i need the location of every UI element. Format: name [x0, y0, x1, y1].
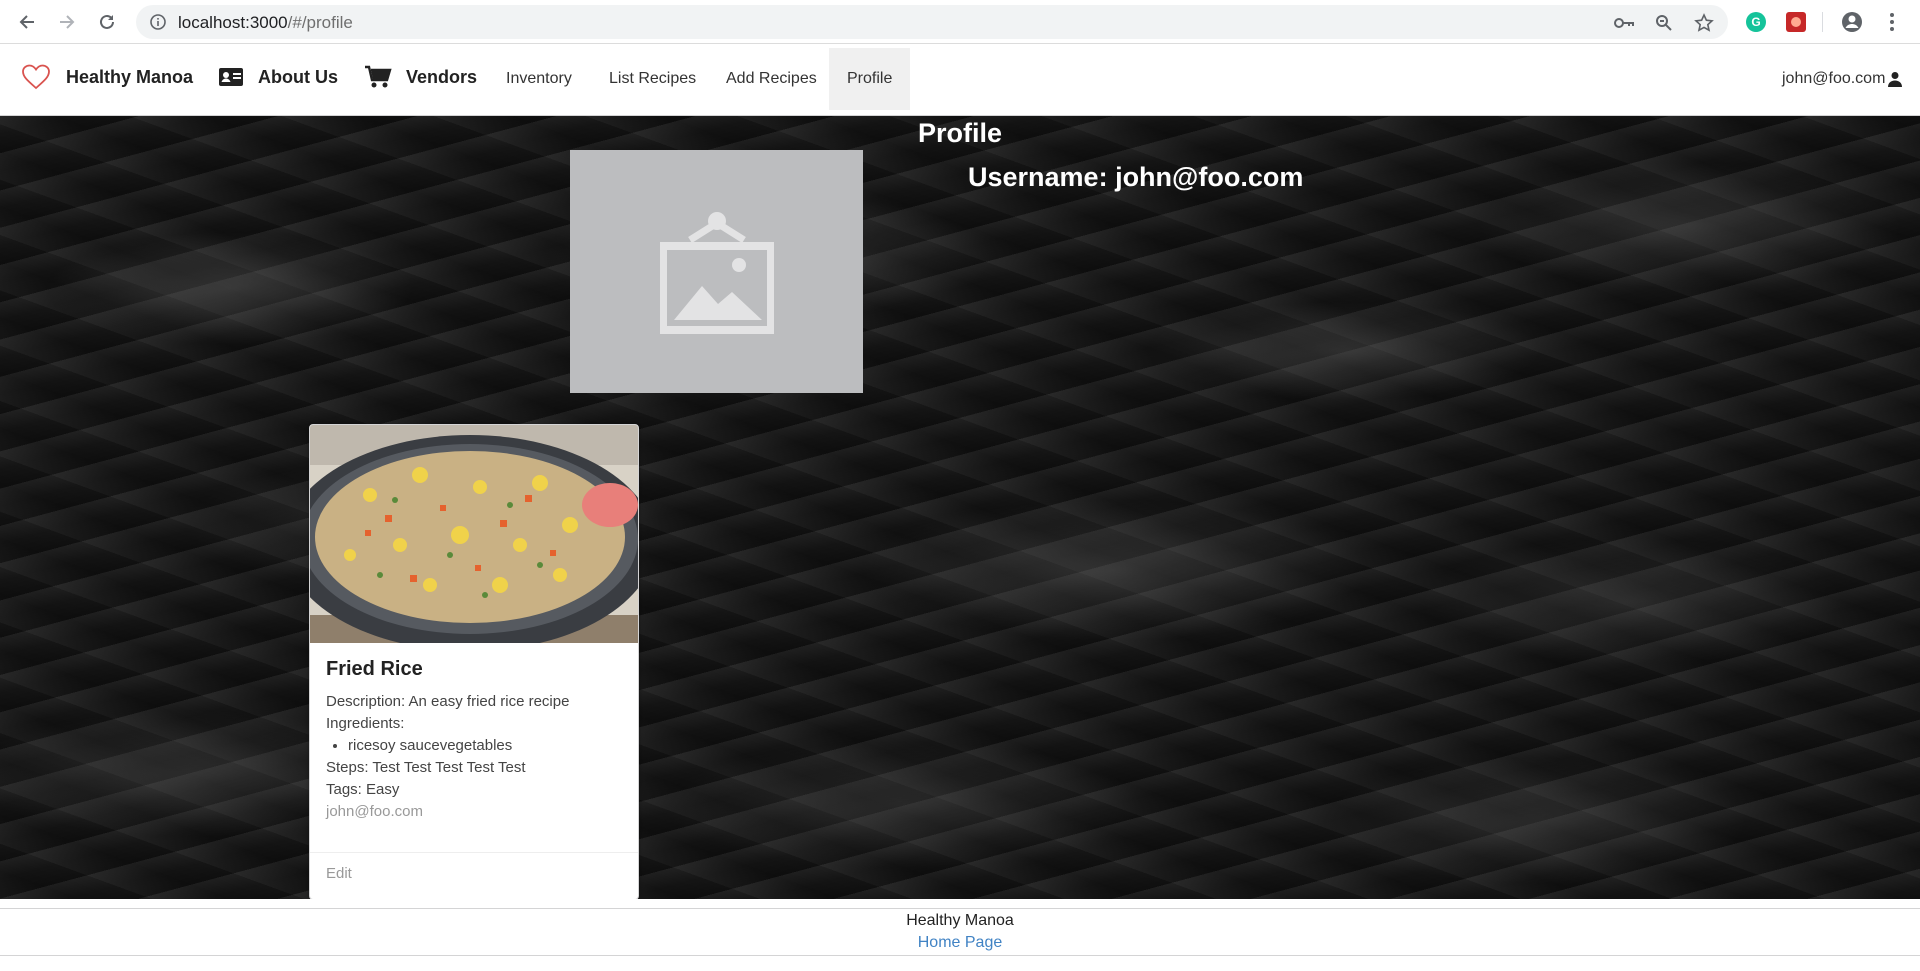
nav-list-recipes[interactable]: List Recipes: [609, 59, 696, 99]
recipe-card: Fried Rice Description: An easy fried ri…: [309, 424, 639, 899]
page-title: Profile: [917, 118, 1003, 148]
recipe-steps: Steps: Test Test Test Test Test: [326, 759, 526, 776]
recipe-description: Description: An easy fried rice recipe: [326, 693, 570, 710]
username-heading: Username: john@foo.com: [968, 162, 1304, 192]
user-email: john@foo.com: [1782, 70, 1886, 87]
nav-profile[interactable]: Profile: [829, 48, 911, 110]
reload-icon[interactable]: [94, 9, 120, 35]
zoom-icon[interactable]: [1654, 13, 1674, 33]
footer-home-link[interactable]: Home Page: [918, 934, 1003, 951]
recipe-tags: Tags: Easy: [326, 781, 400, 798]
address-bar[interactable]: localhost:3000/#/profile: [136, 5, 1728, 39]
user-menu[interactable]: john@foo.com: [1782, 59, 1903, 99]
image-placeholder-icon: [659, 211, 774, 334]
browser-toolbar: localhost:3000/#/profile G: [0, 0, 1920, 44]
user-icon: [1887, 71, 1903, 87]
shopping-cart-icon: [364, 65, 392, 89]
recipe-title: Fried Rice: [326, 658, 423, 680]
bookmark-star-icon[interactable]: [1694, 13, 1714, 33]
nav-vendors[interactable]: Vendors: [364, 45, 477, 109]
list-item: ricesoy saucevegetables: [348, 735, 622, 757]
recipe-image: [310, 425, 638, 643]
brand-label: Healthy Manoa: [66, 66, 194, 87]
ingredients-list: ricesoy saucevegetables: [326, 735, 622, 757]
menu-kebab-icon[interactable]: [1881, 11, 1903, 33]
app-navbar: Healthy Manoa About Us Vendors Inventory…: [0, 45, 1920, 116]
nav-brand[interactable]: Healthy Manoa: [20, 45, 193, 109]
profile-image-placeholder: [570, 150, 863, 393]
recipe-ingredients-label: Ingredients:: [326, 715, 405, 732]
footer-site-name: Healthy Manoa: [906, 912, 1014, 929]
url-text: localhost:3000/#/profile: [178, 13, 353, 32]
nav-about-label: About Us: [258, 66, 338, 87]
recipe-owner: john@foo.com: [326, 803, 423, 820]
id-card-icon: [218, 67, 244, 87]
nav-add-recipes[interactable]: Add Recipes: [726, 59, 817, 99]
grammarly-extension-icon[interactable]: G: [1745, 11, 1767, 33]
forward-icon[interactable]: [54, 9, 80, 35]
nav-vendors-label: Vendors: [406, 66, 478, 87]
nav-about[interactable]: About Us: [218, 45, 338, 109]
svg-text:G: G: [1751, 15, 1760, 29]
edit-link[interactable]: Edit: [326, 865, 352, 882]
info-icon[interactable]: [150, 14, 166, 35]
account-avatar-icon[interactable]: [1841, 11, 1863, 33]
footer: Healthy Manoa Home Page: [0, 908, 1920, 956]
profile-page: Profile Username: john@foo.com Fried Ric…: [0, 116, 1920, 899]
back-icon[interactable]: [14, 9, 40, 35]
recipe-card-content: Fried Rice Description: An easy fried ri…: [310, 643, 638, 823]
extension-icon[interactable]: [1785, 11, 1807, 33]
nav-inventory[interactable]: Inventory: [506, 59, 572, 99]
recipe-card-extra: Edit: [310, 852, 638, 899]
key-icon[interactable]: [1614, 13, 1634, 33]
heart-icon: [20, 63, 52, 91]
toolbar-divider: [1822, 12, 1823, 32]
